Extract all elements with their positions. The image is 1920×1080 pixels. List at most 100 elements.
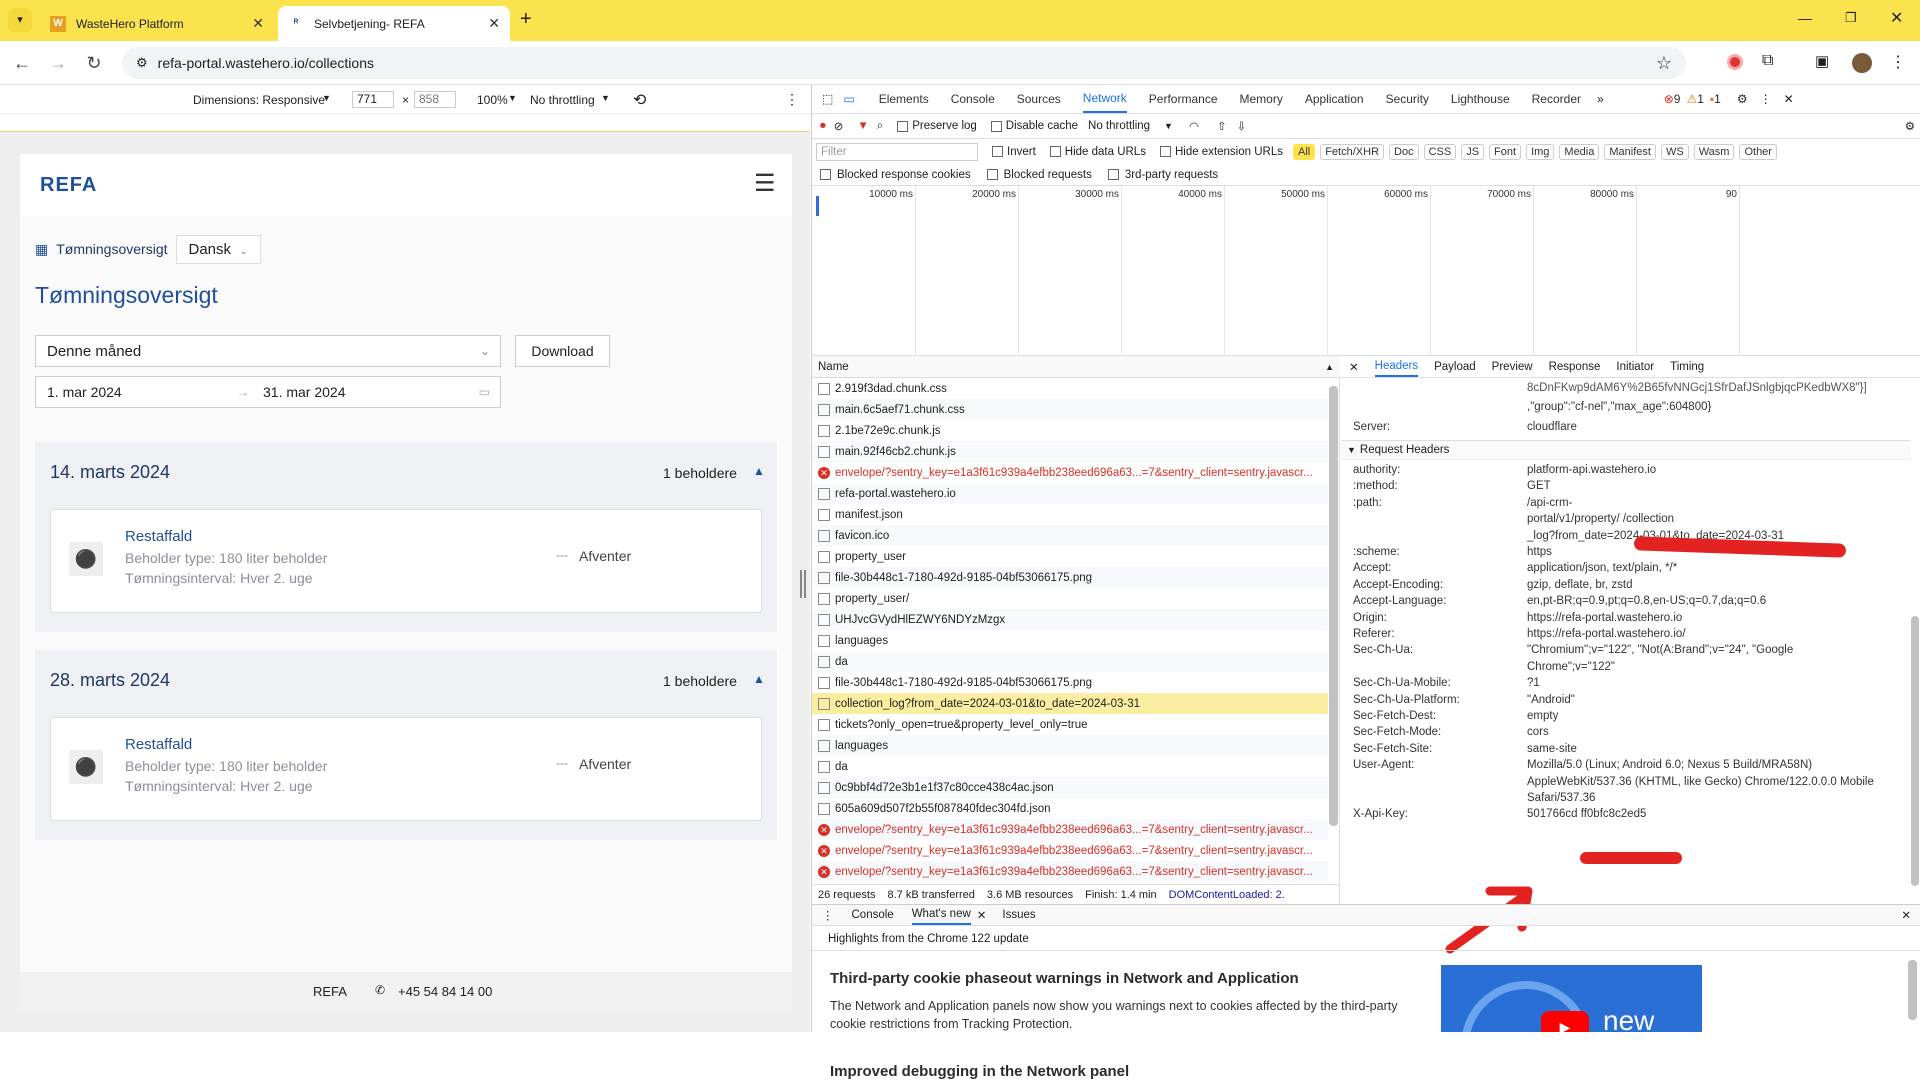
- request-row[interactable]: refa-portal.wastehero.io: [812, 483, 1328, 504]
- third-party-checkbox[interactable]: [1107, 169, 1119, 180]
- type-filter-other[interactable]: Other: [1739, 143, 1777, 160]
- wifi-icon[interactable]: ◠: [1189, 119, 1199, 133]
- tab-console[interactable]: Console: [951, 92, 995, 106]
- close-window-icon[interactable]: ✕: [1890, 8, 1903, 28]
- browser-tab-refa[interactable]: ᴿ Selvbetjening- REFA ✕: [278, 6, 510, 41]
- request-row[interactable]: 2.919f3dad.chunk.css: [812, 378, 1328, 399]
- request-row[interactable]: 0c9bbf4d72e3b1e1f37c80cce438c4ac.json: [812, 777, 1328, 798]
- resize-handle[interactable]: [800, 570, 806, 598]
- throttling-select[interactable]: No throttling: [1088, 120, 1150, 132]
- throttling-select[interactable]: No throttling: [530, 93, 595, 107]
- calendar-icon[interactable]: ▭: [479, 385, 490, 399]
- type-filter-manifest[interactable]: Manifest: [1604, 143, 1656, 160]
- request-row[interactable]: file-30b448c1-7180-492d-9185-04bf5306617…: [812, 672, 1328, 693]
- blocked-cookies-checkbox[interactable]: [820, 169, 831, 180]
- request-row[interactable]: languages: [812, 735, 1328, 756]
- tab-lighthouse[interactable]: Lighthouse: [1451, 92, 1510, 106]
- site-info-icon[interactable]: ⚙: [136, 55, 148, 71]
- request-row[interactable]: da: [812, 756, 1328, 777]
- close-tab-icon[interactable]: ✕: [488, 15, 500, 32]
- tab-response[interactable]: Response: [1549, 361, 1601, 373]
- close-whats-new-icon[interactable]: ✕: [977, 908, 987, 922]
- type-filter-fetch[interactable]: Fetch/XHR: [1320, 143, 1385, 160]
- drawer-menu-icon[interactable]: ⋮: [822, 908, 834, 922]
- clear-icon[interactable]: ⊘: [834, 119, 844, 133]
- record-icon[interactable]: ⏺: [820, 120, 826, 133]
- request-row[interactable]: ✕ envelope/?sentry_key=e1a3f61c939a4efbb2…: [812, 462, 1328, 483]
- footer-phone[interactable]: +45 54 84 14 00: [398, 984, 492, 999]
- tab-memory[interactable]: Memory: [1240, 92, 1283, 106]
- breadcrumb-label[interactable]: Tømningsoversigt: [56, 241, 167, 257]
- request-headers-section[interactable]: ▼ Request Headers: [1341, 440, 1911, 460]
- width-input[interactable]: 771: [352, 91, 394, 108]
- browser-tab-wastehero[interactable]: W WasteHero Platform ✕: [40, 6, 274, 41]
- date-from[interactable]: 1. mar 2024: [47, 384, 237, 400]
- devtools-menu-icon[interactable]: ⋮: [1760, 92, 1772, 106]
- settings-gear-icon[interactable]: ⚙: [1737, 92, 1748, 106]
- address-bar[interactable]: ⚙ refa-portal.wastehero.io/collections ☆: [122, 47, 1686, 79]
- profile-avatar[interactable]: [1852, 53, 1872, 73]
- close-drawer-icon[interactable]: ✕: [1901, 908, 1911, 922]
- date-to[interactable]: 31. mar 2024: [263, 384, 346, 400]
- period-select[interactable]: Denne måned ⌄: [35, 335, 501, 367]
- tab-preview[interactable]: Preview: [1492, 361, 1533, 373]
- drawer-tab-whats-new[interactable]: What's new: [911, 905, 971, 925]
- download-button[interactable]: Download: [515, 335, 610, 367]
- error-count-icon[interactable]: ⊗: [1664, 92, 1674, 106]
- bookmark-star-icon[interactable]: ☆: [1656, 53, 1672, 74]
- close-devtools-icon[interactable]: ✕: [1784, 92, 1794, 106]
- close-details-icon[interactable]: ✕: [1349, 360, 1359, 374]
- type-filter-js[interactable]: JS: [1461, 143, 1485, 160]
- name-column-header[interactable]: Name ▲: [812, 356, 1340, 378]
- restore-icon[interactable]: ❐: [1845, 10, 1857, 26]
- tab-search-button[interactable]: ▾: [8, 8, 32, 32]
- close-tab-icon[interactable]: ✕: [252, 15, 264, 32]
- extension-icon[interactable]: [1727, 54, 1743, 70]
- tab-timing[interactable]: Timing: [1670, 361, 1704, 373]
- type-filter-css[interactable]: CSS: [1423, 143, 1457, 160]
- tab-initiator[interactable]: Initiator: [1616, 361, 1654, 373]
- request-row[interactable]: collection_log?from_date=2024-03-01&to_d…: [812, 693, 1328, 714]
- tab-payload[interactable]: Payload: [1434, 361, 1476, 373]
- request-scrollbar[interactable]: [1329, 386, 1338, 826]
- drawer-scrollbar[interactable]: [1908, 960, 1917, 1020]
- filter-input[interactable]: Filter: [816, 142, 978, 161]
- request-row[interactable]: ✕ envelope/?sentry_key=e1a3f61c939a4efbb2…: [812, 819, 1328, 840]
- request-row[interactable]: UHJvcGVydHlEZWY6NDYzMzgx: [812, 609, 1328, 630]
- type-filter-img[interactable]: Img: [1526, 143, 1555, 160]
- hide-ext-checkbox[interactable]: [1159, 146, 1171, 157]
- hamburger-menu-icon[interactable]: ☰: [754, 169, 776, 198]
- forward-icon[interactable]: →: [46, 51, 70, 75]
- request-row[interactable]: 2.1be72e9c.chunk.js: [812, 420, 1328, 441]
- drawer-tab-console[interactable]: Console: [852, 909, 894, 921]
- reload-icon[interactable]: ↻: [82, 51, 106, 75]
- browser-menu-icon[interactable]: ⋮: [1890, 52, 1906, 72]
- disable-cache-checkbox[interactable]: [990, 120, 1002, 132]
- language-select[interactable]: Dansk ⌄: [175, 234, 261, 264]
- details-scrollbar[interactable]: [1911, 616, 1919, 886]
- tab-network[interactable]: Network: [1082, 85, 1127, 113]
- side-panel-icon[interactable]: ▣: [1815, 52, 1829, 70]
- request-row[interactable]: manifest.json: [812, 504, 1328, 525]
- request-row[interactable]: main.92f46cb2.chunk.js: [812, 441, 1328, 462]
- zoom-select[interactable]: 100%: [477, 93, 508, 107]
- preserve-log-checkbox[interactable]: [897, 120, 909, 132]
- youtube-play-icon[interactable]: ▶: [1541, 1011, 1589, 1032]
- request-row[interactable]: ✕ envelope/?sentry_key=e1a3f61c939a4efbb2…: [812, 861, 1328, 882]
- hide-data-checkbox[interactable]: [1049, 146, 1061, 157]
- invert-checkbox[interactable]: [992, 146, 1003, 157]
- inspect-element-icon[interactable]: ⬚: [822, 92, 833, 106]
- device-more-icon[interactable]: ⋮: [785, 91, 799, 108]
- import-har-icon[interactable]: ⇧: [1217, 119, 1227, 133]
- tab-elements[interactable]: Elements: [879, 92, 929, 106]
- request-row[interactable]: property_user: [812, 546, 1328, 567]
- request-row[interactable]: da: [812, 651, 1328, 672]
- whats-new-video[interactable]: ▶ new: [1441, 965, 1702, 1032]
- blocked-requests-checkbox[interactable]: [986, 169, 998, 180]
- request-row[interactable]: file-30b448c1-7180-492d-9185-04bf5306617…: [812, 567, 1328, 588]
- request-row[interactable]: ✕ envelope/?sentry_key=e1a3f61c939a4efbb2…: [812, 840, 1328, 861]
- request-row[interactable]: main.6c5aef71.chunk.css: [812, 399, 1328, 420]
- warning-count-icon[interactable]: ⚠: [1686, 92, 1697, 106]
- date-range-picker[interactable]: 1. mar 2024 → 31. mar 2024 ▭: [35, 376, 501, 408]
- export-har-icon[interactable]: ⇩: [1237, 119, 1247, 133]
